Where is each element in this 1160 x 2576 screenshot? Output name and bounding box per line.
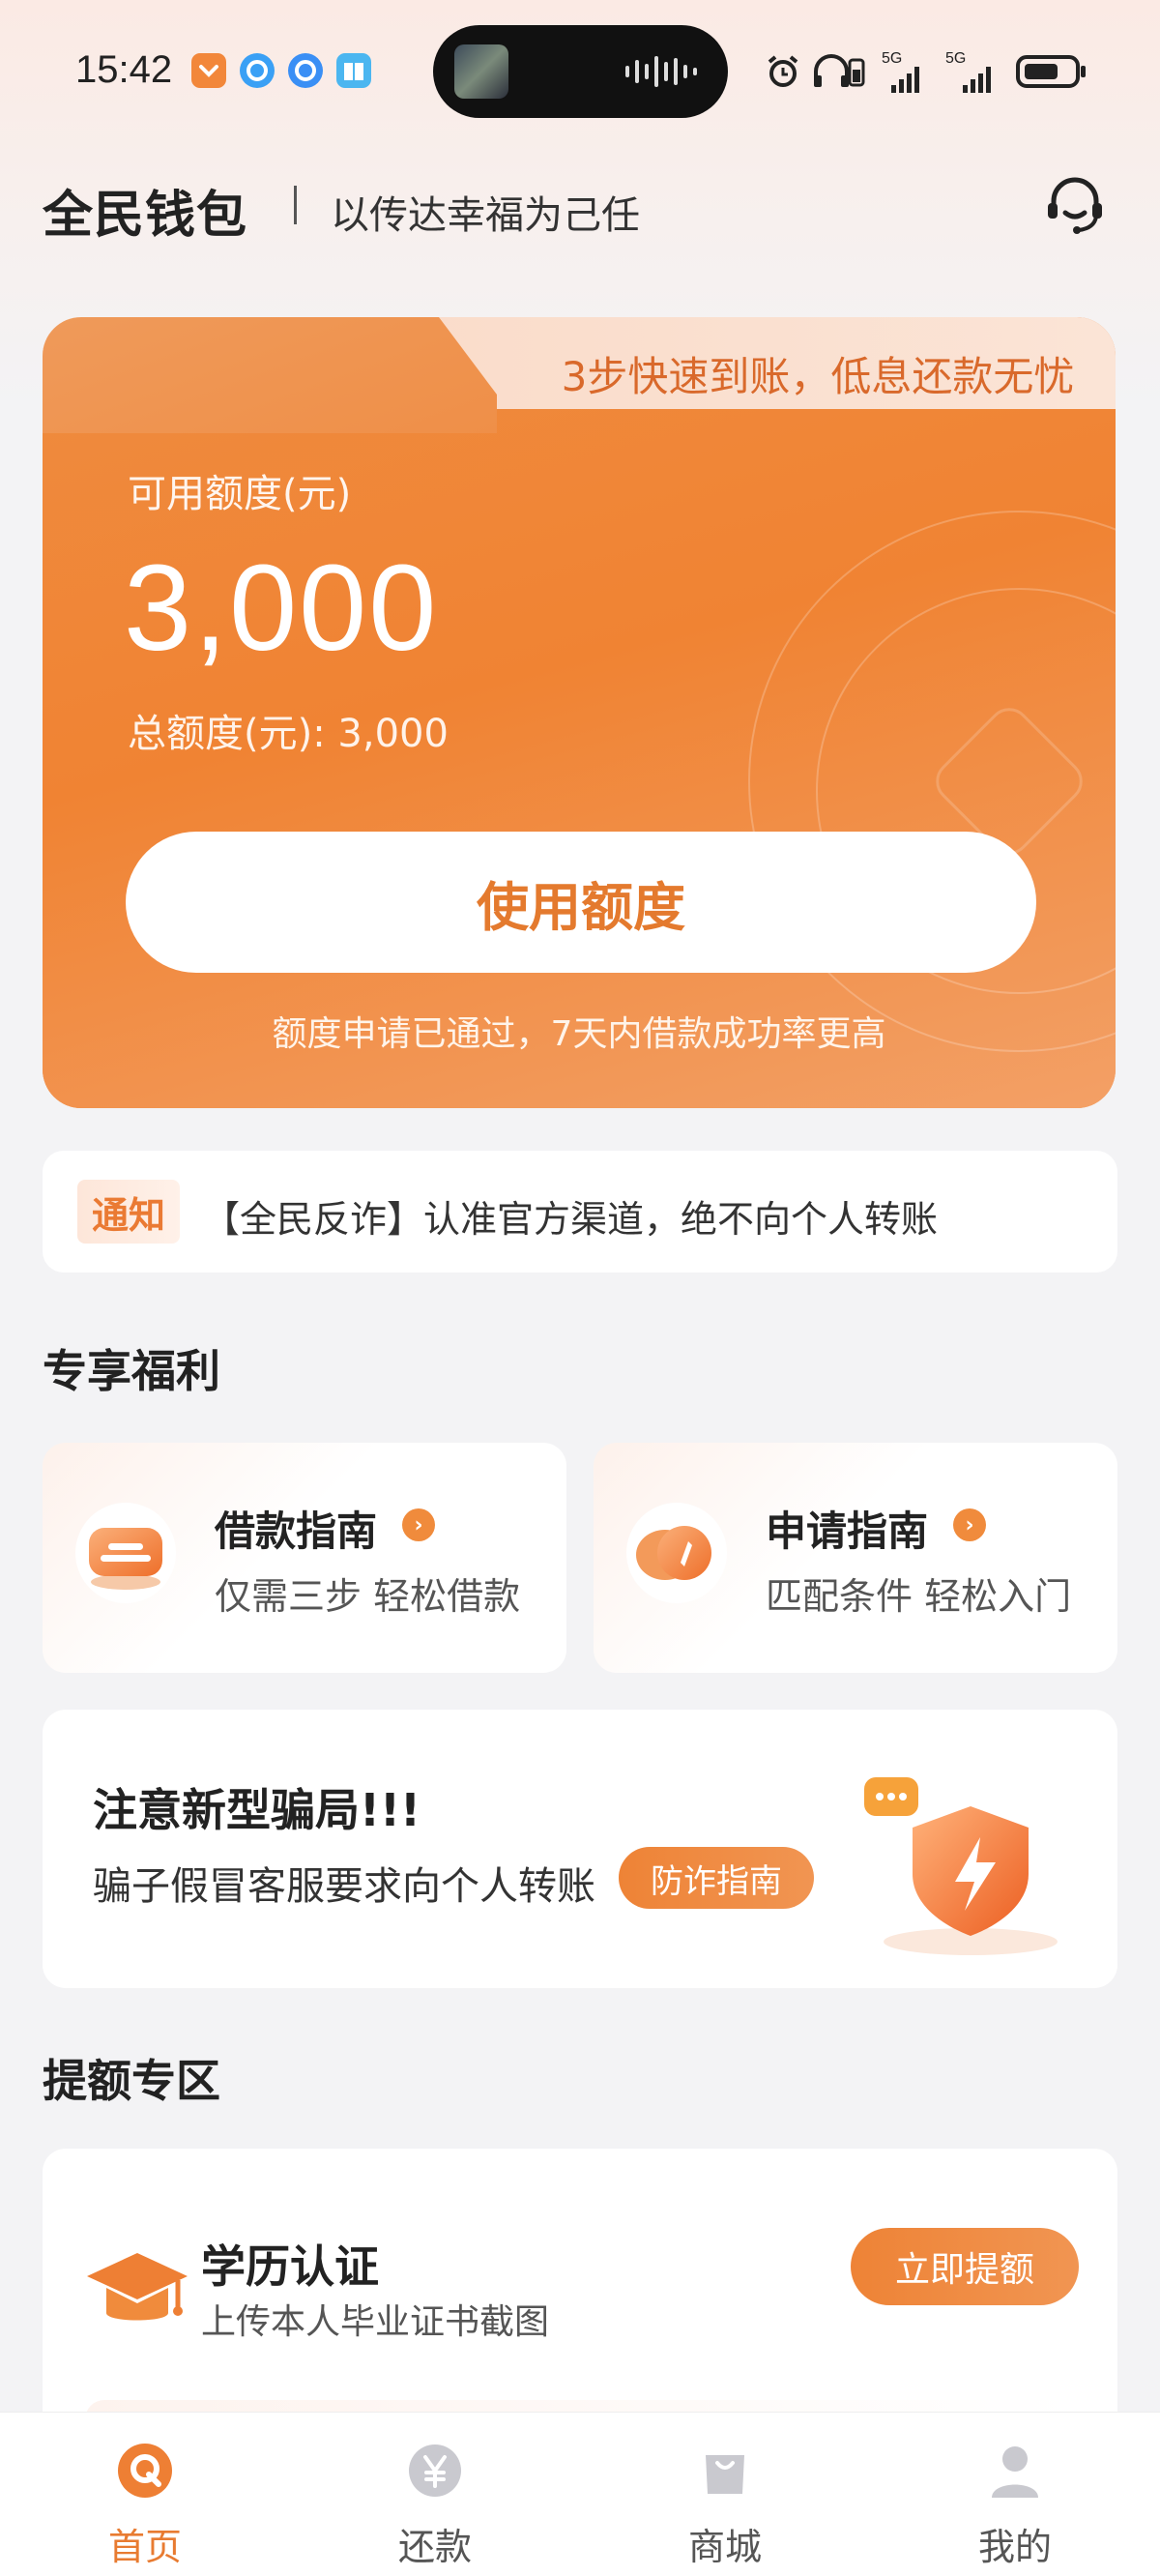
app-brand: 全民钱包 (43, 187, 248, 245)
notice-tag: 通知 (77, 1180, 180, 1244)
battery-icon (1016, 55, 1086, 88)
benefit-title: 申请指南 (766, 1508, 929, 1555)
nav-item-home[interactable]: 首页 (0, 2413, 290, 2576)
scam-alert-title: 注意新型骗局!!! (93, 1784, 420, 1836)
available-limit-label: 可用额度(元) (128, 472, 352, 516)
approval-note: 额度申请已通过，7天内借款成功率更高 (272, 1014, 886, 1054)
benefit-card-loan-guide[interactable]: 借款指南 › 仅需三步 轻松借款 (43, 1443, 566, 1673)
user-icon (992, 2446, 1038, 2498)
benefit-card-apply-guide[interactable]: 申请指南 › 匹配条件 轻松入门 (594, 1443, 1117, 1673)
nav-label-home: 首页 (107, 2526, 182, 2568)
chevron-right-icon: › (402, 1508, 435, 1541)
graduation-cap-icon (87, 2253, 188, 2321)
earbud-battery-icon (848, 58, 865, 87)
nav-label-mine: 我的 (977, 2526, 1052, 2568)
status-bar: 15:42 5G 5G (0, 0, 1160, 145)
dynamic-island[interactable] (433, 25, 728, 118)
benefit-subtitle: 匹配条件 轻松入门 (766, 1575, 1072, 1618)
scam-alert-text: 骗子假冒客服要求向个人转账 (93, 1864, 595, 1909)
boost-now-button[interactable]: 立即提额 (851, 2228, 1079, 2305)
credit-limit-card: 3步快速到账，低息还款无忧 可用额度(元) 3,000 总额度(元): 3,00… (43, 317, 1116, 1108)
boost-item-title: 学历认证 (201, 2240, 379, 2293)
benefits-section-title: 专享福利 (43, 1345, 220, 1397)
shopping-bag-icon (706, 2455, 744, 2494)
nav-label-mall: 商城 (687, 2526, 762, 2568)
boost-item-subtitle: 上传本人毕业证书截图 (201, 2302, 550, 2342)
notice-bar[interactable]: 通知 【全民反诈】认准官方渠道，绝不向个人转账 (43, 1151, 1117, 1273)
anti-fraud-guide-button[interactable]: 防诈指南 (619, 1847, 814, 1909)
signal-icon (963, 67, 991, 93)
nav-item-mall[interactable]: 商城 (580, 2413, 870, 2576)
browser-icon (240, 53, 275, 88)
use-limit-button[interactable]: 使用额度 (126, 832, 1036, 973)
boost-section-title: 提额专区 (43, 2055, 220, 2107)
scam-alert-banner[interactable]: 注意新型骗局!!! 骗子假冒客服要求向个人转账 防诈指南 (43, 1710, 1117, 1988)
browser-icon (288, 53, 323, 88)
notice-text: 【全民反诈】认准官方渠道，绝不向个人转账 (203, 1198, 939, 1241)
shield-lightning-icon (864, 1777, 1058, 1955)
compass-icon (626, 1503, 727, 1603)
benefit-subtitle: 仅需三步 轻松借款 (215, 1575, 521, 1618)
audio-wave-icon (625, 56, 697, 87)
wallet-app-icon (191, 53, 226, 88)
status-time: 15:42 (75, 48, 173, 91)
book-icon (336, 53, 371, 88)
nav-item-mine[interactable]: 我的 (870, 2413, 1160, 2576)
alarm-icon (768, 55, 798, 87)
header-divider (294, 186, 297, 224)
bottom-nav: 首页 还款 商城 我的 (0, 2412, 1160, 2576)
home-icon (118, 2444, 172, 2498)
wallet-card-icon (75, 1503, 176, 1603)
headset-icon[interactable] (1040, 170, 1110, 240)
nav-label-repay: 还款 (397, 2526, 472, 2568)
app-slogan: 以传达幸福为己任 (331, 193, 640, 238)
card-tab-fold (43, 317, 497, 433)
media-thumbnail (454, 44, 508, 99)
nav-item-repay[interactable]: 还款 (290, 2413, 580, 2576)
available-limit-amount: 3,000 (124, 540, 439, 676)
card-promo-text: 3步快速到账，低息还款无忧 (561, 353, 1075, 400)
boost-card-education[interactable]: 学历认证 上传本人毕业证书截图 立即提额 (43, 2149, 1117, 2458)
benefit-title: 借款指南 (215, 1508, 378, 1555)
chevron-right-icon: › (953, 1508, 986, 1541)
yen-coin-icon (409, 2444, 461, 2497)
signal-icon (891, 67, 919, 93)
total-limit-label: 总额度(元): 3,000 (128, 712, 449, 756)
